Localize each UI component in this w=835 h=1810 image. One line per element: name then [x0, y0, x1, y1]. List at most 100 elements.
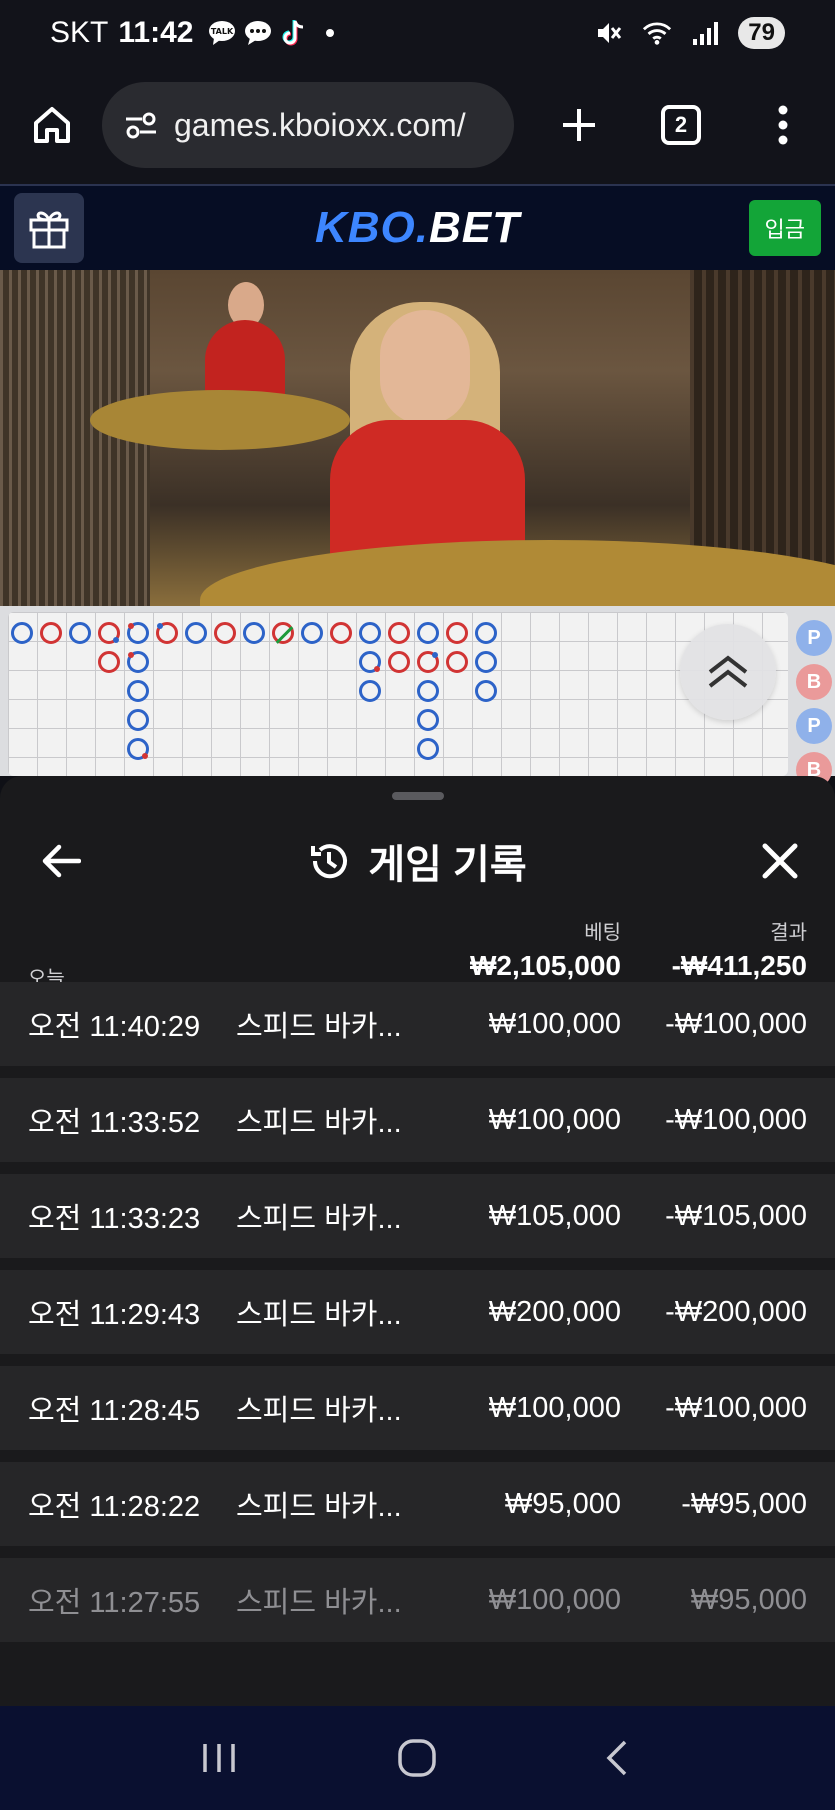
- row-game: 스피드 바카...: [236, 1299, 402, 1331]
- road-marker-player: [243, 622, 265, 644]
- arrow-left-icon: [42, 844, 81, 878]
- baccarat-roadmap: P B P B: [0, 606, 835, 788]
- row-result: -₩105,000: [665, 1199, 807, 1232]
- scroll-up-button[interactable]: [680, 624, 776, 720]
- history-row[interactable]: 오전 11:33:23 스피드 바카... ₩105,000 -₩105,000: [0, 1174, 835, 1258]
- browser-menu-button[interactable]: [751, 93, 815, 157]
- bet-column-label: 베팅: [584, 922, 621, 944]
- drag-handle[interactable]: [391, 792, 444, 800]
- road-marker-player: [475, 651, 497, 673]
- result-column-label: 결과: [770, 922, 807, 944]
- badge-player[interactable]: P: [796, 708, 832, 744]
- row-bet: ₩105,000: [488, 1199, 621, 1232]
- tiktok-icon: [279, 18, 309, 48]
- row-game: 스피드 바카...: [236, 1011, 402, 1043]
- road-marker-banker: [388, 622, 410, 644]
- road-marker-player: [127, 622, 149, 644]
- address-bar[interactable]: games.kboioxx.com/: [102, 82, 514, 168]
- home-icon: [34, 107, 70, 143]
- sheet-title: 게임 기록: [368, 843, 527, 887]
- today-bet-total: ₩2,105,000: [470, 950, 621, 981]
- row-result: -₩100,000: [665, 1391, 807, 1424]
- row-result: -₩100,000: [665, 1007, 807, 1040]
- site-settings-icon[interactable]: [124, 110, 158, 140]
- deposit-button[interactable]: 입금: [748, 200, 821, 256]
- row-game: 스피드 바카...: [236, 1107, 402, 1139]
- road-marker-player: [127, 709, 149, 731]
- close-button[interactable]: [755, 836, 805, 886]
- road-marker-banker: [388, 651, 410, 673]
- wifi-icon: [642, 18, 672, 48]
- more-vert-icon: [778, 105, 788, 145]
- row-bet: ₩100,000: [488, 1583, 621, 1616]
- history-row[interactable]: 오전 11:40:29 스피드 바카... ₩100,000 -₩100,000: [0, 982, 835, 1066]
- row-bet: ₩100,000: [488, 1103, 621, 1136]
- row-time: 오전 11:33:23: [28, 1203, 201, 1235]
- row-game: 스피드 바카...: [236, 1203, 402, 1235]
- talk-icon: TALK: [207, 18, 237, 48]
- road-marker-player: [417, 738, 439, 760]
- road-marker-player: [11, 622, 33, 644]
- badge-player[interactable]: P: [796, 620, 832, 656]
- url-text: games.kboioxx.com/: [174, 106, 466, 143]
- road-marker-banker: [330, 622, 352, 644]
- page: SKT 11:42 TALK 79 games.kboioxx.com/ 2 K…: [0, 0, 835, 1810]
- road-marker-banker: [156, 622, 178, 644]
- tabs-button[interactable]: 2: [649, 93, 713, 157]
- home-button[interactable]: [20, 93, 84, 157]
- message-icon: [243, 18, 273, 48]
- baccarat-table: [200, 540, 835, 606]
- system-back-button[interactable]: [586, 1728, 646, 1788]
- recent-apps-button[interactable]: [189, 1728, 249, 1788]
- home-circle-icon: [398, 1739, 437, 1777]
- browser-toolbar: games.kboioxx.com/ 2: [0, 66, 835, 184]
- dealer-face: [380, 310, 470, 425]
- road-marker-player: [475, 622, 497, 644]
- history-row[interactable]: 오전 11:29:43 스피드 바카... ₩200,000 -₩200,000: [0, 1270, 835, 1354]
- logo-kbo: KBO.: [315, 203, 429, 252]
- row-bet: ₩200,000: [488, 1295, 621, 1328]
- logo-bet: BET: [429, 203, 520, 252]
- tab-count: 2: [661, 105, 701, 145]
- row-result: ₩95,000: [690, 1583, 807, 1616]
- site-logo[interactable]: KBO.BET: [315, 203, 520, 253]
- row-time: 오전 11:28:22: [28, 1491, 201, 1523]
- history-row[interactable]: 오전 11:33:52 스피드 바카... ₩100,000 -₩100,000: [0, 1078, 835, 1162]
- badge-banker[interactable]: B: [796, 664, 832, 700]
- new-tab-button[interactable]: [547, 93, 611, 157]
- row-time: 오전 11:33:52: [28, 1107, 201, 1139]
- history-row[interactable]: 오전 11:28:45 스피드 바카... ₩100,000 -₩100,000: [0, 1366, 835, 1450]
- road-marker-player: [417, 622, 439, 644]
- history-row[interactable]: 오전 11:27:55 스피드 바카... ₩100,000 ₩95,000: [0, 1558, 835, 1642]
- live-dealer-video[interactable]: [0, 270, 835, 606]
- road-marker-banker: [214, 622, 236, 644]
- row-bet: ₩95,000: [504, 1487, 621, 1520]
- row-time: 오전 11:40:29: [28, 1011, 201, 1043]
- road-marker-banker: [98, 622, 120, 644]
- battery-indicator: 79: [738, 17, 785, 49]
- road-marker-player: [417, 709, 439, 731]
- road-marker-player: [69, 622, 91, 644]
- row-time: 오전 11:29:43: [28, 1299, 201, 1331]
- road-marker-player: [185, 622, 207, 644]
- prediction-badges: P B P B: [796, 620, 835, 796]
- back-button[interactable]: [36, 836, 86, 886]
- row-game: 스피드 바카...: [236, 1491, 402, 1523]
- road-marker-player: [475, 680, 497, 702]
- history-row[interactable]: 오전 11:28:22 스피드 바카... ₩95,000 -₩95,000: [0, 1462, 835, 1546]
- chevron-left-icon: [606, 1740, 627, 1776]
- bead-road-grid: [8, 612, 788, 776]
- svg-text:TALK: TALK: [211, 27, 234, 36]
- system-home-button[interactable]: [387, 1728, 447, 1788]
- gift-button[interactable]: [14, 193, 84, 263]
- row-result: -₩100,000: [665, 1103, 807, 1136]
- road-marker-player: [359, 651, 381, 673]
- sheet-header: 게임 기록: [0, 816, 835, 906]
- plus-icon: [563, 109, 595, 141]
- row-result: -₩200,000: [665, 1295, 807, 1328]
- more-notifications-icon: [315, 18, 345, 48]
- clock: 11:42: [118, 16, 194, 49]
- road-marker-player: [359, 622, 381, 644]
- road-marker-banker: [417, 651, 439, 673]
- game-history-sheet: 게임 기록 베팅 결과 오늘 ₩2,105,000 -₩411,250 오전 1…: [0, 776, 835, 1706]
